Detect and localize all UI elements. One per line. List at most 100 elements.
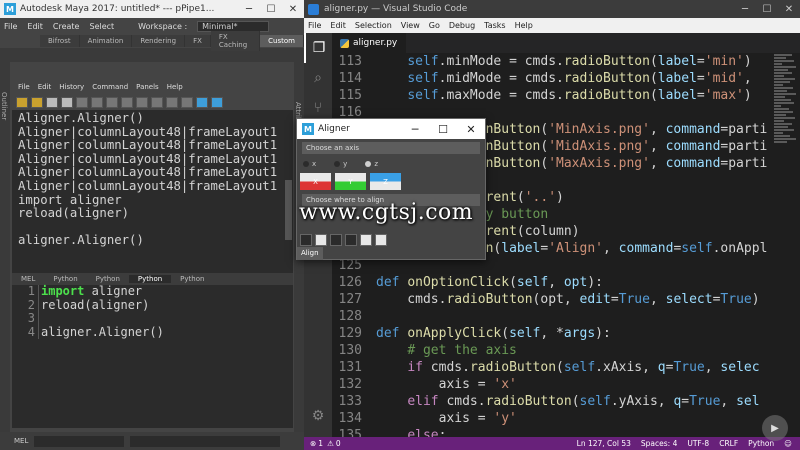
shelf-tab-fx-caching[interactable]: FX Caching (210, 31, 261, 51)
vs-menu-debug[interactable]: Debug (449, 21, 475, 30)
vs-menu-tasks[interactable]: Tasks (484, 21, 505, 30)
vs-menu-go[interactable]: Go (429, 21, 440, 30)
gear-icon[interactable]: ⚙ (304, 401, 332, 431)
vs-menu-file[interactable]: File (308, 21, 321, 30)
menu-file[interactable]: File (4, 22, 17, 31)
x-axis-button[interactable]: X (300, 173, 331, 190)
shelf-tab-fx[interactable]: FX (185, 35, 211, 47)
se-menu-help[interactable]: Help (167, 83, 183, 91)
max-axis-button[interactable] (375, 234, 387, 246)
se-menu-history[interactable]: History (59, 83, 84, 91)
radio-z[interactable]: z (365, 160, 378, 168)
cursor-position[interactable]: Ln 127, Col 53 (577, 439, 631, 448)
where-radio-mid[interactable] (330, 234, 342, 246)
clear-all-icon[interactable] (106, 96, 118, 108)
command-line-language[interactable]: MEL (14, 437, 28, 445)
shelf-tab-bifrost[interactable]: Bifrost (40, 35, 80, 47)
se-tab-python-4[interactable]: Python (171, 275, 213, 283)
save-shelf-icon[interactable] (61, 96, 73, 108)
vs-menu-selection[interactable]: Selection (355, 21, 392, 30)
se-menu-edit[interactable]: Edit (38, 83, 52, 91)
line-numbers-icon[interactable] (181, 96, 193, 108)
mid-axis-button[interactable] (345, 234, 357, 246)
execute-all-icon[interactable] (196, 96, 208, 108)
axis-radio-group: x y z (297, 154, 485, 168)
maximize-icon[interactable]: ☐ (756, 4, 778, 15)
maya-title: Autodesk Maya 2017: untitled* --- pPipe1… (20, 4, 215, 14)
warning-count[interactable]: 0 (336, 439, 341, 448)
align-button[interactable]: Align (297, 247, 323, 260)
save-script-icon[interactable] (46, 96, 58, 108)
show-input-icon[interactable] (136, 96, 148, 108)
clear-history-icon[interactable] (76, 96, 88, 108)
code-line: 113 self.minMode = cmds.radioButton(labe… (338, 54, 752, 69)
min-axis-button[interactable] (315, 234, 327, 246)
execute-icon[interactable] (211, 96, 223, 108)
script-editor-toolbar (12, 94, 293, 110)
se-tab-mel[interactable]: MEL (12, 275, 44, 283)
history-scrollbar[interactable] (285, 180, 292, 240)
indentation[interactable]: Spaces: 4 (641, 439, 677, 448)
se-menu-panels[interactable]: Panels (136, 83, 159, 91)
radio-y[interactable]: y (334, 160, 347, 168)
search-icon[interactable]: ⌕ (304, 63, 332, 93)
close-icon[interactable]: ✕ (282, 4, 304, 15)
se-menu-file[interactable]: File (18, 83, 30, 91)
menu-create[interactable]: Create (53, 22, 80, 31)
error-count[interactable]: 1 (318, 439, 323, 448)
maximize-icon[interactable]: ☐ (429, 123, 457, 136)
maya-window: M Autodesk Maya 2017: untitled* --- pPip… (0, 0, 304, 450)
shelf-tab-rendering[interactable]: Rendering (132, 35, 186, 47)
command-line-result (130, 435, 281, 447)
se-menu-command[interactable]: Command (92, 83, 128, 91)
se-tab-python-1[interactable]: Python (44, 275, 86, 283)
error-icon[interactable]: ⊗ (310, 439, 316, 448)
y-axis-button[interactable]: Y (335, 173, 366, 190)
aligner-titlebar: M Aligner ─ ☐ ✕ (297, 119, 485, 139)
tab-aligner-py[interactable]: aligner.py (332, 33, 406, 53)
vs-menu-edit[interactable]: Edit (330, 21, 346, 30)
watermark: www.cgtsj.com (299, 200, 474, 225)
close-icon[interactable]: ✕ (457, 123, 485, 136)
z-axis-button[interactable]: Z (370, 173, 401, 190)
source-script-icon[interactable] (31, 96, 43, 108)
maximize-icon[interactable]: ☐ (260, 4, 282, 15)
line-ending[interactable]: CRLF (719, 439, 738, 448)
warning-icon[interactable]: ⚠ (327, 439, 334, 448)
minimize-icon[interactable]: ─ (734, 4, 756, 15)
menu-select[interactable]: Select (89, 22, 114, 31)
where-radio-max[interactable] (360, 234, 372, 246)
code-line: 128 (338, 309, 362, 324)
close-icon[interactable]: ✕ (778, 4, 800, 15)
axis-frame-header[interactable]: Choose an axis (302, 142, 480, 154)
input-line: 2 reload(aligner) (27, 297, 150, 312)
workspace-dropdown[interactable]: Minimal* (197, 20, 270, 32)
smiley-icon[interactable]: ☺ (784, 439, 792, 448)
show-history-icon[interactable] (121, 96, 133, 108)
minimap[interactable] (772, 53, 800, 437)
script-history-output: Aligner.Aligner() Aligner|columnLayout48… (12, 110, 293, 270)
play-icon[interactable]: ▶ (762, 415, 788, 441)
files-icon[interactable]: ❐ (304, 33, 332, 63)
encoding[interactable]: UTF-8 (687, 439, 709, 448)
echo-icon[interactable] (166, 96, 178, 108)
vs-menu-view[interactable]: View (401, 21, 420, 30)
where-radio-min[interactable] (300, 234, 312, 246)
outliner-side-tab[interactable]: Outliner (0, 62, 10, 432)
status-bar: ⊗ 1 ⚠ 0 Ln 127, Col 53 Spaces: 4 UTF-8 C… (304, 437, 800, 450)
se-tab-python-3[interactable]: Python (128, 275, 172, 283)
shelf-tab-custom[interactable]: Custom (260, 35, 304, 47)
clear-input-icon[interactable] (91, 96, 103, 108)
minimize-icon[interactable]: ─ (401, 123, 429, 136)
shelf-tab-animation[interactable]: Animation (79, 35, 133, 47)
se-tab-python-2[interactable]: Python (87, 275, 129, 283)
vs-menu-help[interactable]: Help (515, 21, 533, 30)
radio-x[interactable]: x (303, 160, 316, 168)
command-line-input[interactable] (34, 435, 125, 447)
show-both-icon[interactable] (151, 96, 163, 108)
open-script-icon[interactable] (16, 96, 28, 108)
minimize-icon[interactable]: ─ (238, 4, 260, 15)
code-line: 129 def onApplyClick(self, *args): (338, 326, 611, 341)
script-input[interactable]: 1 import aligner 2 reload(aligner) 3 4 alig… (12, 284, 293, 428)
menu-edit[interactable]: Edit (27, 22, 43, 31)
